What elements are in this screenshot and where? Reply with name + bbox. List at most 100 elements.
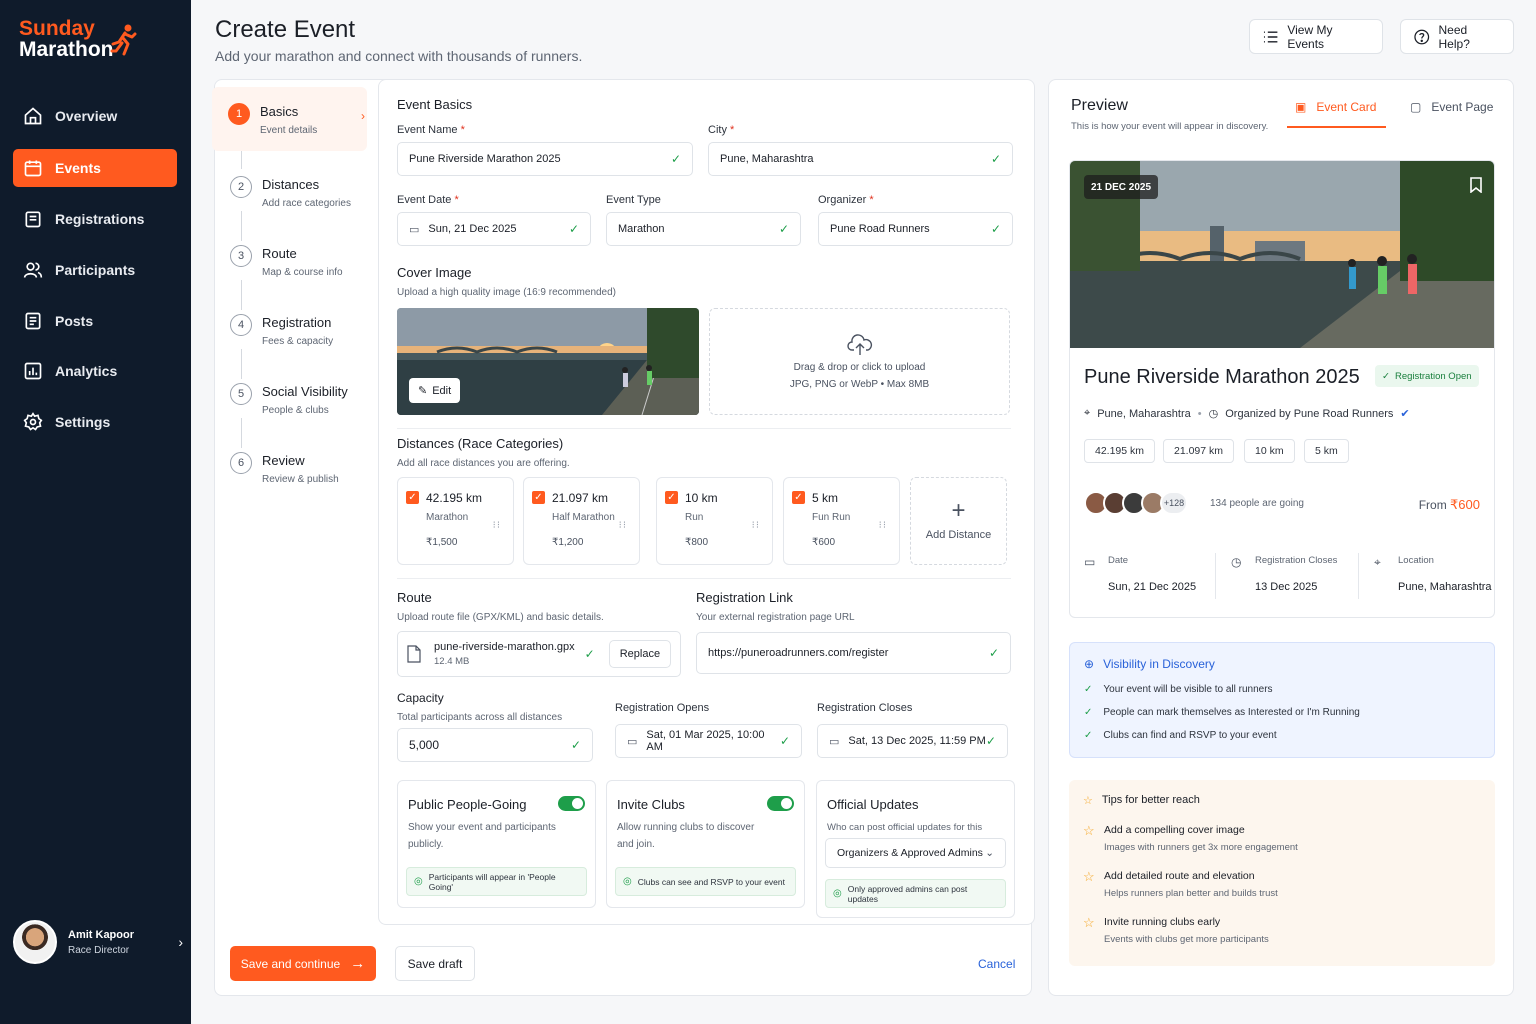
step-registration[interactable]: 4 Registration Fees & capacity bbox=[214, 298, 369, 362]
save-and-continue-button[interactable]: Save and continue → bbox=[230, 946, 376, 981]
info-value: Pune, Maharashtra bbox=[1398, 581, 1492, 593]
event-name-label: Event Name * bbox=[397, 124, 465, 136]
step-desc: Review & publish bbox=[262, 474, 339, 485]
check-icon: ✓ bbox=[990, 152, 1001, 166]
route-file[interactable]: pune-riverside-marathon.gpx 12.4 MB ✓ Re… bbox=[397, 631, 681, 677]
from-price: ₹600 bbox=[1450, 497, 1480, 512]
chevron-right-icon: › bbox=[178, 934, 183, 950]
nav-label: Registrations bbox=[55, 211, 145, 227]
cover-upload-dropzone[interactable]: Drag & drop or click to upload JPG, PNG … bbox=[709, 308, 1010, 415]
event-type-value: Marathon bbox=[618, 223, 665, 235]
step-number: 3 bbox=[230, 245, 252, 267]
step-name: Review bbox=[262, 453, 305, 468]
organizer-input[interactable]: Pune Road Runners ✓ bbox=[818, 212, 1013, 246]
divider bbox=[1358, 553, 1359, 599]
need-help-button[interactable]: Need Help? bbox=[1400, 19, 1514, 54]
public-people-going-title: Public People-Going bbox=[408, 797, 527, 812]
distance-card[interactable]: ✓ 21.097 km Half Marathon ₹1,200 ⁝⁝ bbox=[523, 477, 640, 565]
step-route[interactable]: 3 Route Map & course info bbox=[214, 229, 369, 293]
public-people-going-note: ◎ Participants will appear in 'People Goi… bbox=[406, 867, 587, 896]
registration-closes-input[interactable]: ▭ Sat, 13 Dec 2025, 11:59 PM ✓ bbox=[817, 724, 1008, 758]
cancel-link[interactable]: Cancel bbox=[978, 957, 1015, 971]
visibility-item-text: Your event will be visible to all runner… bbox=[1103, 684, 1273, 695]
tip-title: Add detailed route and elevation bbox=[1104, 870, 1255, 882]
distance-kind: Fun Run bbox=[812, 512, 851, 523]
checkbox[interactable]: ✓ bbox=[406, 491, 419, 504]
city-value: Pune, Maharashtra bbox=[720, 153, 814, 165]
runner-icon bbox=[110, 24, 137, 56]
tab-label: Event Page bbox=[1431, 100, 1494, 114]
check-icon: ✓ bbox=[1084, 707, 1093, 718]
event-type-label: Event Type bbox=[606, 194, 661, 206]
invite-clubs-toggle[interactable] bbox=[767, 796, 794, 811]
drag-handle-icon[interactable]: ⁝⁝ bbox=[752, 520, 760, 531]
checkbox[interactable]: ✓ bbox=[792, 491, 805, 504]
drag-handle-icon[interactable]: ⁝⁝ bbox=[493, 520, 501, 531]
registration-link-input[interactable]: https://puneroadrunners.com/register ✓ bbox=[696, 632, 1011, 674]
nav-label: Events bbox=[55, 160, 101, 176]
help-icon bbox=[1414, 29, 1430, 44]
official-updates-card: Official Updates Who can post official u… bbox=[816, 780, 1015, 918]
check-circle-icon: ◎ bbox=[833, 888, 842, 899]
distance-card[interactable]: ✓ 5 km Fun Run ₹600 ⁝⁝ bbox=[783, 477, 900, 565]
event-date-input[interactable]: ▭ Sun, 21 Dec 2025 ✓ bbox=[397, 212, 591, 246]
checkbox[interactable]: ✓ bbox=[665, 491, 678, 504]
nav-overview[interactable]: Overview bbox=[13, 97, 177, 135]
drag-handle-icon[interactable]: ⁝⁝ bbox=[879, 520, 887, 531]
edit-cover-button[interactable]: ✎ Edit bbox=[409, 378, 461, 403]
tab-event-card[interactable]: ▣ Event Card bbox=[1295, 100, 1376, 114]
brand-logo[interactable]: Sunday Marathon bbox=[19, 18, 114, 60]
registration-opens-input[interactable]: ▭ Sat, 01 Mar 2025, 10:00 AM ✓ bbox=[615, 724, 802, 758]
public-people-going-desc: Show your event and participants publicl… bbox=[408, 822, 556, 850]
registration-link-hint: Your external registration page URL bbox=[696, 612, 855, 623]
step-distances[interactable]: 2 Distances Add race categories bbox=[214, 160, 369, 224]
nav-settings[interactable]: Settings bbox=[13, 403, 177, 441]
star-icon: ☆ bbox=[1083, 795, 1093, 807]
chart-icon bbox=[24, 362, 42, 380]
step-basics[interactable]: 1 Basics Event details › bbox=[212, 87, 367, 151]
drag-handle-icon[interactable]: ⁝⁝ bbox=[619, 520, 627, 531]
city-input[interactable]: Pune, Maharashtra ✓ bbox=[708, 142, 1013, 176]
tip-desc: Images with runners get 3x more engageme… bbox=[1104, 842, 1298, 853]
public-people-going-toggle[interactable] bbox=[558, 796, 585, 811]
distance-km: 10 km bbox=[685, 491, 718, 505]
user-profile[interactable]: Amit Kapoor Race Director › bbox=[13, 916, 183, 968]
info-date: ▭ Date Sun, 21 Dec 2025 bbox=[1084, 553, 1224, 597]
invite-clubs-card: Invite Clubs Allow running clubs to disc… bbox=[606, 780, 805, 908]
distance-chip: 21.097 km bbox=[1163, 439, 1235, 463]
view-my-events-button[interactable]: View My Events bbox=[1249, 19, 1383, 54]
nav-events[interactable]: Events bbox=[13, 149, 177, 187]
tab-event-page[interactable]: ▢ Event Page bbox=[1410, 100, 1493, 114]
distance-card[interactable]: ✓ 42.195 km Marathon ₹1,500 ⁝⁝ bbox=[397, 477, 514, 565]
step-social-visibility[interactable]: 5 Social Visibility People & clubs bbox=[214, 367, 369, 431]
visibility-item-text: Clubs can find and RSVP to your event bbox=[1103, 730, 1277, 741]
tip-desc: Helps runners plan better and builds tru… bbox=[1104, 888, 1278, 899]
visibility-title: ⊕ Visibility in Discovery bbox=[1084, 657, 1215, 671]
event-basics-form: Event Basics Event Name * Pune Riverside… bbox=[378, 79, 1035, 925]
check-icon: ✓ bbox=[670, 152, 681, 166]
bookmark-icon[interactable] bbox=[1470, 177, 1482, 196]
checkbox[interactable]: ✓ bbox=[532, 491, 545, 504]
nav-analytics[interactable]: Analytics bbox=[13, 352, 177, 390]
add-distance-button[interactable]: + Add Distance bbox=[910, 477, 1007, 565]
event-name-input[interactable]: Pune Riverside Marathon 2025 ✓ bbox=[397, 142, 693, 176]
step-review[interactable]: 6 Review Review & publish bbox=[214, 436, 369, 500]
document-icon bbox=[25, 312, 41, 330]
note-text: Participants will appear in 'People Goin… bbox=[428, 871, 556, 892]
save-draft-button[interactable]: Save draft bbox=[395, 946, 475, 981]
event-name: Pune Riverside Marathon 2025 bbox=[1084, 366, 1360, 388]
nav-participants[interactable]: Participants bbox=[13, 251, 177, 289]
tip-item: ☆ Add detailed route and elevation Helps… bbox=[1083, 869, 1473, 905]
capacity-input[interactable]: 5,000 ✓ bbox=[397, 728, 593, 762]
nav-registrations[interactable]: Registrations bbox=[13, 200, 177, 238]
distance-card[interactable]: ✓ 10 km Run ₹800 ⁝⁝ bbox=[656, 477, 773, 565]
official-updates-select[interactable]: Organizers & Approved Admins ⌄ bbox=[825, 838, 1006, 868]
replace-button[interactable]: Replace bbox=[608, 640, 672, 668]
calendar-icon: ▭ bbox=[409, 223, 420, 236]
event-location: Pune, Maharashtra bbox=[1097, 407, 1191, 420]
stepper: 1 Basics Event details › 2 Distances Add… bbox=[212, 79, 375, 929]
sidebar: Sunday Marathon Overview Events Registra… bbox=[0, 0, 191, 1024]
location-pin-icon: ⌖ bbox=[1084, 407, 1091, 419]
event-type-select[interactable]: Marathon ✓ bbox=[606, 212, 801, 246]
nav-posts[interactable]: Posts bbox=[13, 302, 177, 340]
